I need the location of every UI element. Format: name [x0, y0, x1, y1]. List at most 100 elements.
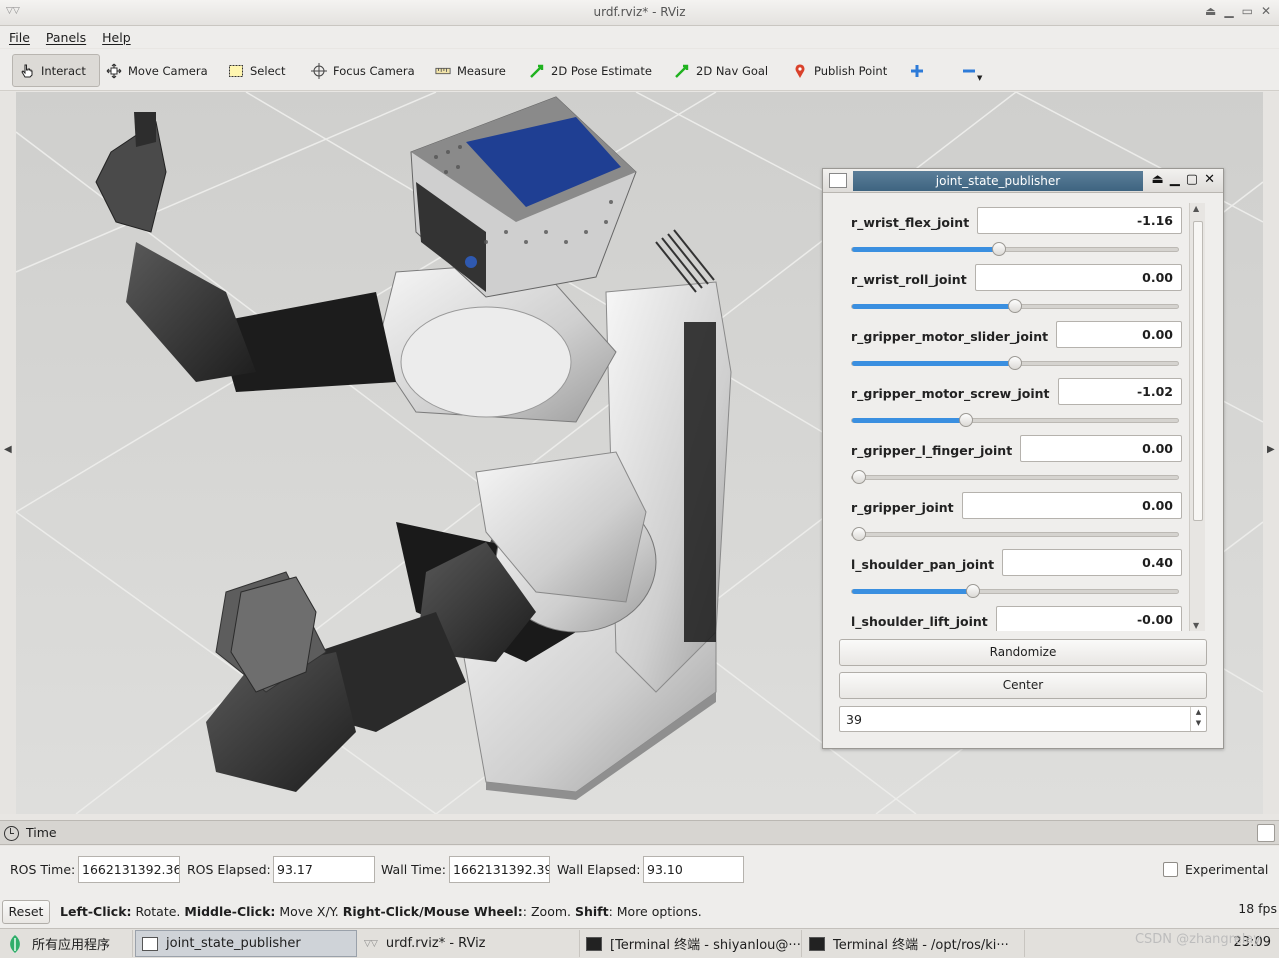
help-key-shift: Shift — [574, 904, 609, 919]
wall-time-label: Wall Time: — [381, 862, 446, 877]
joint-slider[interactable] — [851, 356, 1179, 370]
desktop-taskbar: 所有应用程序 joint_state_publisher ▽▽ urdf.rvi… — [0, 928, 1279, 958]
menu-help[interactable]: Help — [102, 30, 131, 45]
joint-value-field[interactable]: -1.16 — [977, 207, 1182, 234]
right-dock-handle[interactable]: ▶ — [1263, 92, 1279, 814]
panel-minimize-icon[interactable]: ▁ — [1170, 172, 1180, 187]
task-terminal-2[interactable]: Terminal 终端 - /opt/ros/ki··· — [803, 930, 1025, 957]
fps-counter: 18 fps — [1238, 901, 1277, 916]
mouse-help-text: Left-Click: Rotate. Middle-Click: Move X… — [60, 904, 702, 919]
help-text-left: Rotate. — [131, 904, 185, 919]
joint-row: r_gripper_motor_slider_joint 0.00 — [839, 317, 1195, 374]
minimize-icon[interactable]: ▁ — [1224, 4, 1233, 18]
applications-menu[interactable]: 所有应用程序 — [0, 930, 133, 957]
panel-titlebar[interactable]: joint_state_publisher ⏏ ▁ ▢ ✕ — [823, 169, 1223, 193]
panel-close-icon[interactable]: ✕ — [1204, 172, 1215, 187]
select-tool-button[interactable]: Select — [222, 54, 291, 87]
joint-slider[interactable] — [851, 413, 1179, 427]
joint-slider-handle[interactable] — [852, 470, 866, 484]
interact-label: Interact — [41, 63, 86, 78]
joint-slider[interactable] — [851, 299, 1179, 313]
joint-slider-handle[interactable] — [959, 413, 974, 427]
joint-slider-fill — [852, 418, 967, 423]
joint-value-field[interactable]: 0.00 — [1056, 321, 1182, 348]
joint-slider-handle[interactable] — [1008, 356, 1022, 370]
center-button[interactable]: Center — [839, 672, 1207, 699]
randomize-button[interactable]: Randomize — [839, 639, 1207, 666]
joint-list-scrollbar[interactable]: ▲ ▼ — [1189, 203, 1205, 631]
count-spinbox[interactable]: 39 ▲ ▼ — [839, 706, 1207, 732]
ros-time-field[interactable]: 1662131392.36 — [78, 856, 180, 883]
focus-camera-tool-button[interactable]: Focus Camera — [305, 54, 421, 87]
move-camera-tool-button[interactable]: Move Camera — [100, 54, 214, 87]
ros-time-value: 1662131392.36 — [82, 862, 180, 877]
wall-elapsed-value: 93.10 — [647, 862, 683, 877]
joint-name-label: r_gripper_joint — [851, 500, 954, 515]
green-arrow-icon — [675, 64, 689, 78]
reset-button[interactable]: Reset — [2, 900, 50, 924]
tools-toolbar: Interact Move Camera Select Focus Camera… — [0, 49, 1279, 91]
experimental-checkbox[interactable] — [1163, 862, 1178, 877]
nav-goal-tool-button[interactable]: 2D Nav Goal — [668, 54, 774, 87]
left-dock-handle[interactable]: ◀ — [0, 92, 16, 814]
measure-tool-button[interactable]: Measure — [429, 54, 512, 87]
remove-tool-button[interactable]: ▼ — [955, 54, 988, 87]
pose-estimate-tool-button[interactable]: 2D Pose Estimate — [523, 54, 658, 87]
task-label: joint_state_publisher — [166, 936, 301, 951]
time-panel: ROS Time: 1662131392.36 ROS Elapsed: 93.… — [0, 846, 1279, 894]
scrollbar-thumb[interactable] — [1193, 221, 1203, 521]
wall-time-field[interactable]: 1662131392.39 — [449, 856, 550, 883]
move-camera-label: Move Camera — [128, 63, 208, 78]
tool-menu-arrow-icon: ▼ — [977, 73, 983, 82]
joint-slider-handle[interactable] — [1008, 299, 1022, 313]
ros-elapsed-field[interactable]: 93.17 — [273, 856, 375, 883]
measure-label: Measure — [457, 63, 506, 78]
joint-slider-handle[interactable] — [965, 584, 980, 598]
scroll-down-icon[interactable]: ▼ — [1193, 621, 1199, 630]
publish-point-tool-button[interactable]: Publish Point — [786, 54, 893, 87]
menu-panels[interactable]: Panels — [46, 30, 86, 45]
panel-shade-icon[interactable]: ⏏ — [1152, 172, 1164, 187]
menu-bar: File Panels Help — [0, 26, 1279, 48]
joint-slider-handle[interactable] — [991, 242, 1006, 256]
task-label: Terminal 终端 - /opt/ros/ki··· — [833, 938, 1009, 953]
joint-slider[interactable] — [851, 584, 1179, 598]
scroll-up-icon[interactable]: ▲ — [1193, 204, 1199, 213]
joint-slider-fill — [852, 361, 1015, 366]
wall-elapsed-label: Wall Elapsed: — [557, 862, 641, 877]
joint-name-label: r_gripper_motor_screw_joint — [851, 386, 1050, 401]
joint-value-field[interactable]: 0.00 — [974, 264, 1182, 291]
wall-elapsed-field[interactable]: 93.10 — [643, 856, 744, 883]
applications-label: 所有应用程序 — [32, 938, 111, 953]
task-rviz[interactable]: ▽▽ urdf.rviz* - RViz — [358, 930, 580, 957]
joint-slider[interactable] — [851, 470, 1179, 484]
joint-slider-handle[interactable] — [852, 527, 866, 541]
joint-value-field[interactable]: -1.02 — [1057, 378, 1182, 405]
left-arrow-icon: ◀ — [4, 444, 12, 455]
task-label: [Terminal 终端 - shiyanlou@··· — [610, 938, 801, 953]
help-text-shift: : More options. — [608, 904, 702, 919]
menu-file[interactable]: File — [9, 30, 30, 45]
task-label: urdf.rviz* - RViz — [385, 936, 486, 951]
panel-maximize-icon[interactable]: ▢ — [1186, 172, 1198, 187]
joint-value-field[interactable]: -0.00 — [995, 606, 1182, 631]
joint-value-field[interactable]: 0.00 — [1020, 435, 1182, 462]
joint-value-field[interactable]: 0.00 — [961, 492, 1182, 519]
close-icon[interactable]: ✕ — [1261, 4, 1271, 18]
maximize-icon[interactable]: ▭ — [1242, 4, 1253, 18]
joint-slider[interactable] — [851, 242, 1179, 256]
add-tool-button[interactable] — [903, 54, 931, 87]
task-joint-state-publisher[interactable]: joint_state_publisher — [135, 930, 357, 957]
time-panel-close-button[interactable] — [1257, 824, 1275, 842]
spin-down-icon[interactable]: ▼ — [1196, 719, 1201, 727]
minus-icon — [963, 69, 975, 72]
spin-up-icon[interactable]: ▲ — [1196, 708, 1201, 716]
select-label: Select — [250, 63, 286, 78]
shade-icon[interactable]: ⏏ — [1205, 4, 1216, 18]
csdn-watermark: CSDN @zhangrelay — [1134, 932, 1261, 947]
joint-slider[interactable] — [851, 527, 1179, 541]
task-terminal-1[interactable]: [Terminal 终端 - shiyanlou@··· — [580, 930, 802, 957]
joint-value-field[interactable]: 0.40 — [1002, 549, 1182, 576]
hand-pointer-icon — [21, 64, 33, 77]
interact-tool-button[interactable]: Interact — [12, 54, 100, 87]
